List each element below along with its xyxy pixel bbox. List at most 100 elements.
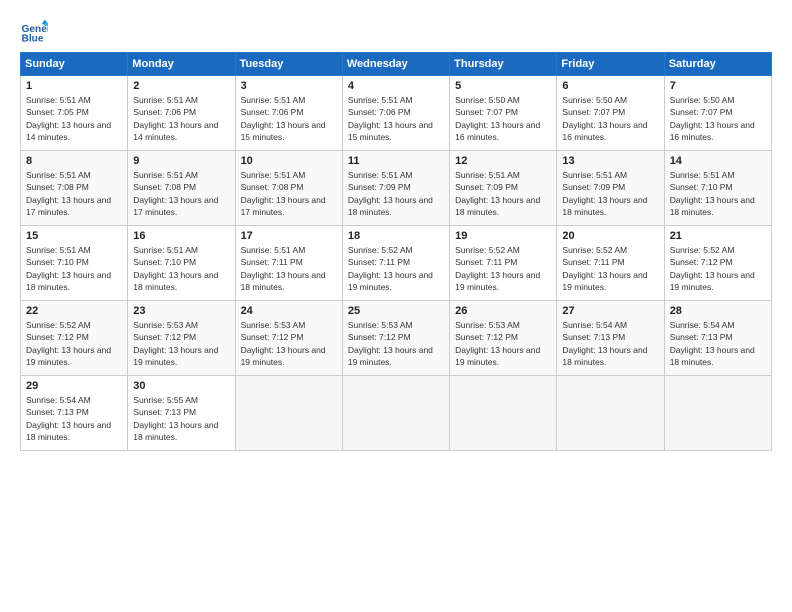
calendar-header-sunday: Sunday xyxy=(21,53,128,76)
calendar-cell: 14 Sunrise: 5:51 AMSunset: 7:10 PMDayligh… xyxy=(664,151,771,226)
day-number: 4 xyxy=(348,80,444,92)
calendar-cell: 12Sunrise: 5:51 AMSunset: 7:09 PMDayligh… xyxy=(450,151,557,226)
day-info: Sunrise: 5:52 AMSunset: 7:12 PMDaylight:… xyxy=(670,244,766,293)
day-number: 28 xyxy=(670,305,766,317)
logo: General Blue xyxy=(20,18,52,46)
day-number: 24 xyxy=(241,305,337,317)
calendar-cell: 8Sunrise: 5:51 AMSunset: 7:08 PMDaylight… xyxy=(21,151,128,226)
day-info: Sunrise: 5:53 AMSunset: 7:12 PMDaylight:… xyxy=(348,319,444,368)
day-number: 22 xyxy=(26,305,122,317)
calendar-cell: 23Sunrise: 5:53 AMSunset: 7:12 PMDayligh… xyxy=(128,301,235,376)
calendar-cell: 7 Sunrise: 5:50 AMSunset: 7:07 PMDaylight… xyxy=(664,76,771,151)
day-number: 1 xyxy=(26,80,122,92)
day-number: 30 xyxy=(133,380,229,392)
day-info: Sunrise: 5:50 AMSunset: 7:07 PMDaylight:… xyxy=(562,94,658,143)
day-number: 3 xyxy=(241,80,337,92)
calendar-header-row: SundayMondayTuesdayWednesdayThursdayFrid… xyxy=(21,53,772,76)
day-info: Sunrise: 5:51 AMSunset: 7:06 PMDaylight:… xyxy=(241,94,337,143)
page: General Blue SundayMondayTuesdayWednesda… xyxy=(0,0,792,612)
day-number: 29 xyxy=(26,380,122,392)
day-number: 12 xyxy=(455,155,551,167)
day-number: 13 xyxy=(562,155,658,167)
calendar-cell: 9 Sunrise: 5:51 AMSunset: 7:08 PMDaylight… xyxy=(128,151,235,226)
calendar-week-row: 22 Sunrise: 5:52 AMSunset: 7:12 PMDayligh… xyxy=(21,301,772,376)
calendar-header-thursday: Thursday xyxy=(450,53,557,76)
svg-text:Blue: Blue xyxy=(22,33,44,44)
day-number: 7 xyxy=(670,80,766,92)
day-info: Sunrise: 5:52 AMSunset: 7:11 PMDaylight:… xyxy=(348,244,444,293)
calendar-header-wednesday: Wednesday xyxy=(342,53,449,76)
calendar-week-row: 8 Sunrise: 5:51 AMSunset: 7:08 PMDaylight… xyxy=(21,151,772,226)
day-number: 10 xyxy=(241,155,337,167)
day-info: Sunrise: 5:51 AMSunset: 7:05 PMDaylight:… xyxy=(26,94,122,143)
calendar-header-tuesday: Tuesday xyxy=(235,53,342,76)
calendar-cell: 11Sunrise: 5:51 AMSunset: 7:09 PMDayligh… xyxy=(342,151,449,226)
calendar-table: SundayMondayTuesdayWednesdayThursdayFrid… xyxy=(20,52,772,451)
day-number: 21 xyxy=(670,230,766,242)
day-number: 16 xyxy=(133,230,229,242)
calendar-cell: 13 Sunrise: 5:51 AMSunset: 7:09 PMDayligh… xyxy=(557,151,664,226)
day-info: Sunrise: 5:51 AMSunset: 7:10 PMDaylight:… xyxy=(133,244,229,293)
day-number: 20 xyxy=(562,230,658,242)
day-number: 15 xyxy=(26,230,122,242)
day-info: Sunrise: 5:52 AMSunset: 7:12 PMDaylight:… xyxy=(26,319,122,368)
header: General Blue xyxy=(20,18,772,46)
calendar-cell: 21 Sunrise: 5:52 AMSunset: 7:12 PMDayligh… xyxy=(664,226,771,301)
day-number: 26 xyxy=(455,305,551,317)
day-number: 2 xyxy=(133,80,229,92)
calendar-header-friday: Friday xyxy=(557,53,664,76)
day-info: Sunrise: 5:51 AMSunset: 7:11 PMDaylight:… xyxy=(241,244,337,293)
day-info: Sunrise: 5:54 AMSunset: 7:13 PMDaylight:… xyxy=(26,394,122,443)
day-number: 17 xyxy=(241,230,337,242)
calendar-header-monday: Monday xyxy=(128,53,235,76)
calendar-cell: 16 Sunrise: 5:51 AMSunset: 7:10 PMDayligh… xyxy=(128,226,235,301)
day-info: Sunrise: 5:53 AMSunset: 7:12 PMDaylight:… xyxy=(133,319,229,368)
day-number: 27 xyxy=(562,305,658,317)
day-info: Sunrise: 5:51 AMSunset: 7:09 PMDaylight:… xyxy=(562,169,658,218)
day-info: Sunrise: 5:51 AMSunset: 7:08 PMDaylight:… xyxy=(241,169,337,218)
calendar-week-row: 1 Sunrise: 5:51 AMSunset: 7:05 PMDaylight… xyxy=(21,76,772,151)
calendar-cell: 20 Sunrise: 5:52 AMSunset: 7:11 PMDayligh… xyxy=(557,226,664,301)
calendar-cell: 24 Sunrise: 5:53 AMSunset: 7:12 PMDayligh… xyxy=(235,301,342,376)
calendar-week-row: 29 Sunrise: 5:54 AMSunset: 7:13 PMDayligh… xyxy=(21,376,772,451)
day-info: Sunrise: 5:52 AMSunset: 7:11 PMDaylight:… xyxy=(562,244,658,293)
calendar-cell: 3 Sunrise: 5:51 AMSunset: 7:06 PMDaylight… xyxy=(235,76,342,151)
calendar-cell: 6 Sunrise: 5:50 AMSunset: 7:07 PMDaylight… xyxy=(557,76,664,151)
calendar-cell: 1 Sunrise: 5:51 AMSunset: 7:05 PMDaylight… xyxy=(21,76,128,151)
calendar-cell: 25Sunrise: 5:53 AMSunset: 7:12 PMDayligh… xyxy=(342,301,449,376)
day-number: 14 xyxy=(670,155,766,167)
calendar-cell: 28 Sunrise: 5:54 AMSunset: 7:13 PMDayligh… xyxy=(664,301,771,376)
day-number: 6 xyxy=(562,80,658,92)
calendar-cell: 5Sunrise: 5:50 AMSunset: 7:07 PMDaylight… xyxy=(450,76,557,151)
day-info: Sunrise: 5:51 AMSunset: 7:06 PMDaylight:… xyxy=(133,94,229,143)
day-info: Sunrise: 5:51 AMSunset: 7:10 PMDaylight:… xyxy=(26,244,122,293)
calendar-cell xyxy=(235,376,342,451)
calendar-cell: 26 Sunrise: 5:53 AMSunset: 7:12 PMDayligh… xyxy=(450,301,557,376)
day-number: 9 xyxy=(133,155,229,167)
calendar-cell: 2 Sunrise: 5:51 AMSunset: 7:06 PMDaylight… xyxy=(128,76,235,151)
calendar-cell xyxy=(342,376,449,451)
day-number: 18 xyxy=(348,230,444,242)
calendar-header-saturday: Saturday xyxy=(664,53,771,76)
calendar-cell xyxy=(450,376,557,451)
calendar-cell: 17 Sunrise: 5:51 AMSunset: 7:11 PMDayligh… xyxy=(235,226,342,301)
day-number: 8 xyxy=(26,155,122,167)
calendar-week-row: 15 Sunrise: 5:51 AMSunset: 7:10 PMDayligh… xyxy=(21,226,772,301)
day-number: 5 xyxy=(455,80,551,92)
calendar-cell: 22 Sunrise: 5:52 AMSunset: 7:12 PMDayligh… xyxy=(21,301,128,376)
day-info: Sunrise: 5:51 AMSunset: 7:10 PMDaylight:… xyxy=(670,169,766,218)
day-info: Sunrise: 5:54 AMSunset: 7:13 PMDaylight:… xyxy=(562,319,658,368)
calendar-cell: 10 Sunrise: 5:51 AMSunset: 7:08 PMDayligh… xyxy=(235,151,342,226)
calendar-cell: 19Sunrise: 5:52 AMSunset: 7:11 PMDayligh… xyxy=(450,226,557,301)
calendar-cell: 29 Sunrise: 5:54 AMSunset: 7:13 PMDayligh… xyxy=(21,376,128,451)
calendar-cell: 30 Sunrise: 5:55 AMSunset: 7:13 PMDayligh… xyxy=(128,376,235,451)
day-info: Sunrise: 5:53 AMSunset: 7:12 PMDaylight:… xyxy=(455,319,551,368)
day-number: 11 xyxy=(348,155,444,167)
logo-icon: General Blue xyxy=(20,18,48,46)
day-info: Sunrise: 5:50 AMSunset: 7:07 PMDaylight:… xyxy=(670,94,766,143)
day-info: Sunrise: 5:54 AMSunset: 7:13 PMDaylight:… xyxy=(670,319,766,368)
day-info: Sunrise: 5:55 AMSunset: 7:13 PMDaylight:… xyxy=(133,394,229,443)
day-info: Sunrise: 5:53 AMSunset: 7:12 PMDaylight:… xyxy=(241,319,337,368)
calendar-cell xyxy=(664,376,771,451)
day-info: Sunrise: 5:51 AMSunset: 7:08 PMDaylight:… xyxy=(133,169,229,218)
